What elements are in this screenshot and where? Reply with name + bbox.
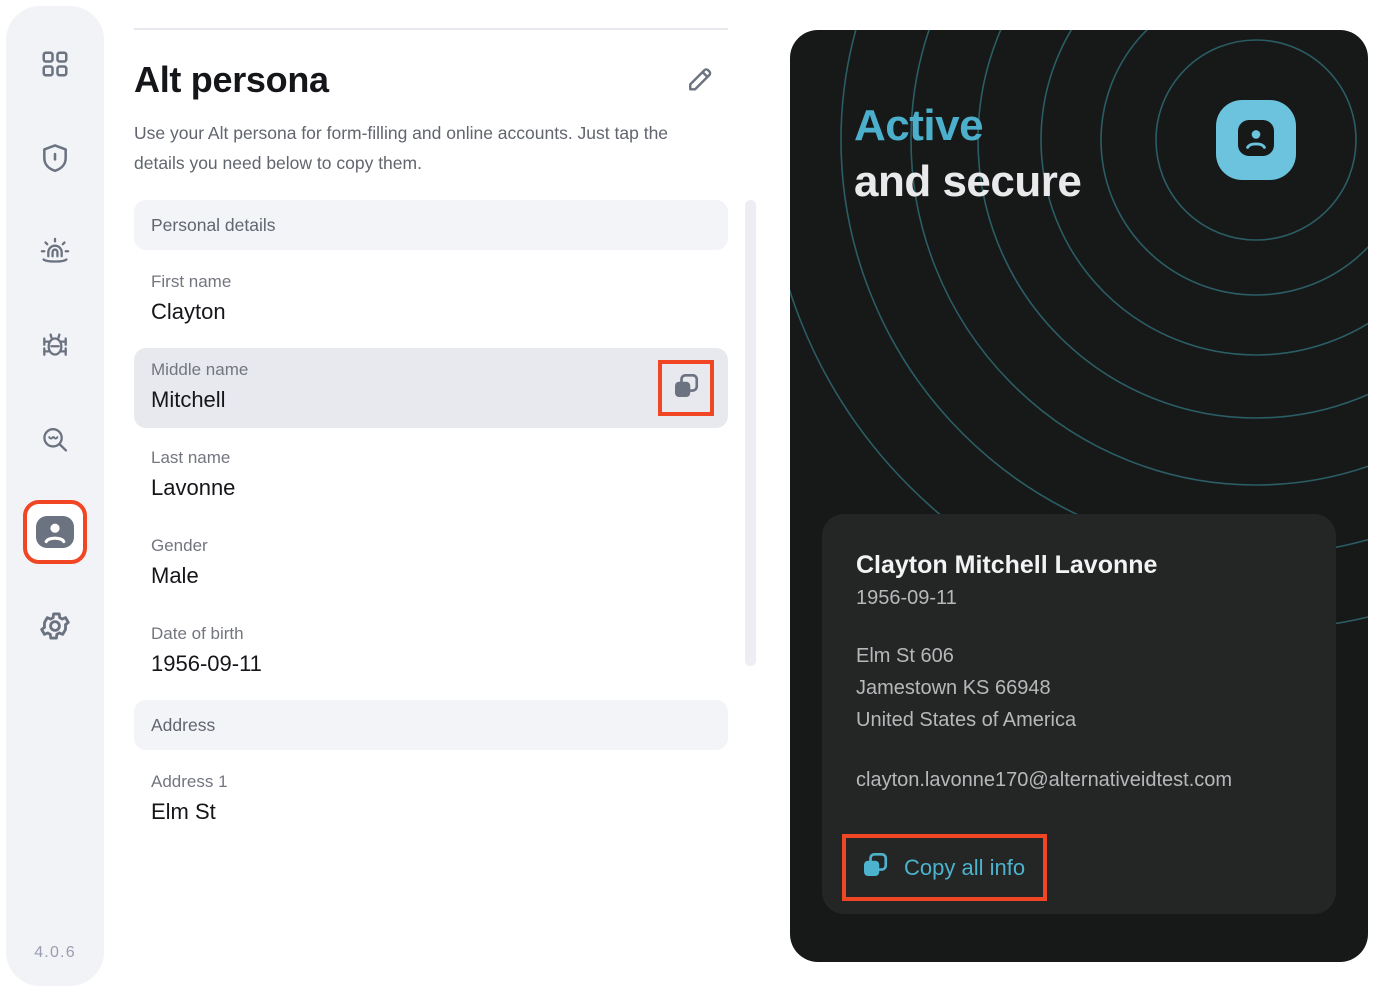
status-headline: Active and secure [854, 98, 1081, 210]
headline-rest: and secure [854, 154, 1081, 210]
copy-all-info-label: Copy all info [904, 854, 1025, 882]
field-date-of-birth[interactable]: Date of birth 1956-09-11 [134, 612, 728, 692]
search-eye-icon [38, 423, 72, 457]
bug-icon [38, 329, 72, 363]
sidebar-item-settings[interactable] [27, 598, 83, 654]
card-email: clayton.lavonne170@alternativeidtest.com [856, 764, 1302, 796]
persona-panel: Alt persona Use your Alt persona for for… [134, 0, 762, 992]
card-address-line3: United States of America [856, 704, 1302, 736]
pencil-icon [685, 63, 715, 98]
section-heading-personal-details: Personal details [134, 200, 728, 250]
field-label: Date of birth [151, 621, 711, 647]
field-address-1[interactable]: Address 1 Elm St [134, 760, 728, 840]
card-full-name: Clayton Mitchell Lavonne [856, 548, 1302, 582]
copy-icon [671, 371, 701, 406]
sidebar-item-alerts[interactable] [27, 224, 83, 280]
form-scrollbar[interactable] [745, 200, 756, 666]
field-label: Gender [151, 533, 711, 559]
sidebar: 4.0.6 [6, 6, 104, 986]
sidebar-item-web-monitoring[interactable] [27, 412, 83, 468]
field-label: Last name [151, 445, 711, 471]
field-value: Clayton [151, 297, 711, 327]
copy-all-info-button[interactable]: Copy all info [842, 834, 1047, 901]
field-value: Elm St [151, 797, 711, 827]
field-value: Lavonne [151, 473, 711, 503]
sidebar-item-protection[interactable] [27, 130, 83, 186]
field-label: First name [151, 269, 711, 295]
field-label: Address 1 [151, 769, 711, 795]
persona-summary-card: Clayton Mitchell Lavonne 1956-09-11 Elm … [822, 514, 1336, 914]
section-heading-address: Address [134, 700, 728, 750]
sidebar-item-malware[interactable] [27, 318, 83, 374]
sidebar-item-dashboard[interactable] [27, 36, 83, 92]
gear-icon [38, 609, 72, 643]
top-divider [134, 28, 728, 30]
sidebar-item-identity[interactable] [27, 504, 83, 560]
headline-accent: Active [854, 98, 1081, 154]
person-icon [35, 514, 75, 550]
app-root: 4.0.6 Alt persona Use your Alt persona f… [0, 0, 1393, 992]
persona-avatar-badge [1216, 100, 1296, 180]
field-middle-name[interactable]: Middle name Mitchell [134, 348, 728, 428]
app-version: 4.0.6 [34, 944, 76, 962]
page-subtitle: Use your Alt persona for form-filling an… [134, 118, 714, 178]
field-last-name[interactable]: Last name Lavonne [134, 436, 728, 516]
field-gender[interactable]: Gender Male [134, 524, 728, 604]
field-first-name[interactable]: First name Clayton [134, 260, 728, 340]
card-address: Elm St 606 Jamestown KS 66948 United Sta… [856, 640, 1302, 736]
card-address-line1: Elm St 606 [856, 640, 1302, 672]
title-row: Alt persona [134, 58, 728, 102]
field-value: Mitchell [151, 385, 711, 415]
field-value: 1956-09-11 [151, 649, 711, 679]
grid-icon [40, 49, 70, 79]
card-date-of-birth: 1956-09-11 [856, 582, 1302, 614]
field-value: Male [151, 561, 711, 591]
copy-middle-name-button[interactable] [658, 360, 714, 416]
copy-icon [860, 850, 890, 885]
field-label: Middle name [151, 357, 711, 383]
page-title: Alt persona [134, 59, 329, 101]
siren-icon [38, 235, 72, 269]
card-address-line2: Jamestown KS 66948 [856, 672, 1302, 704]
shield-icon [39, 142, 71, 174]
edit-persona-button[interactable] [678, 58, 722, 102]
person-icon [1236, 119, 1276, 162]
